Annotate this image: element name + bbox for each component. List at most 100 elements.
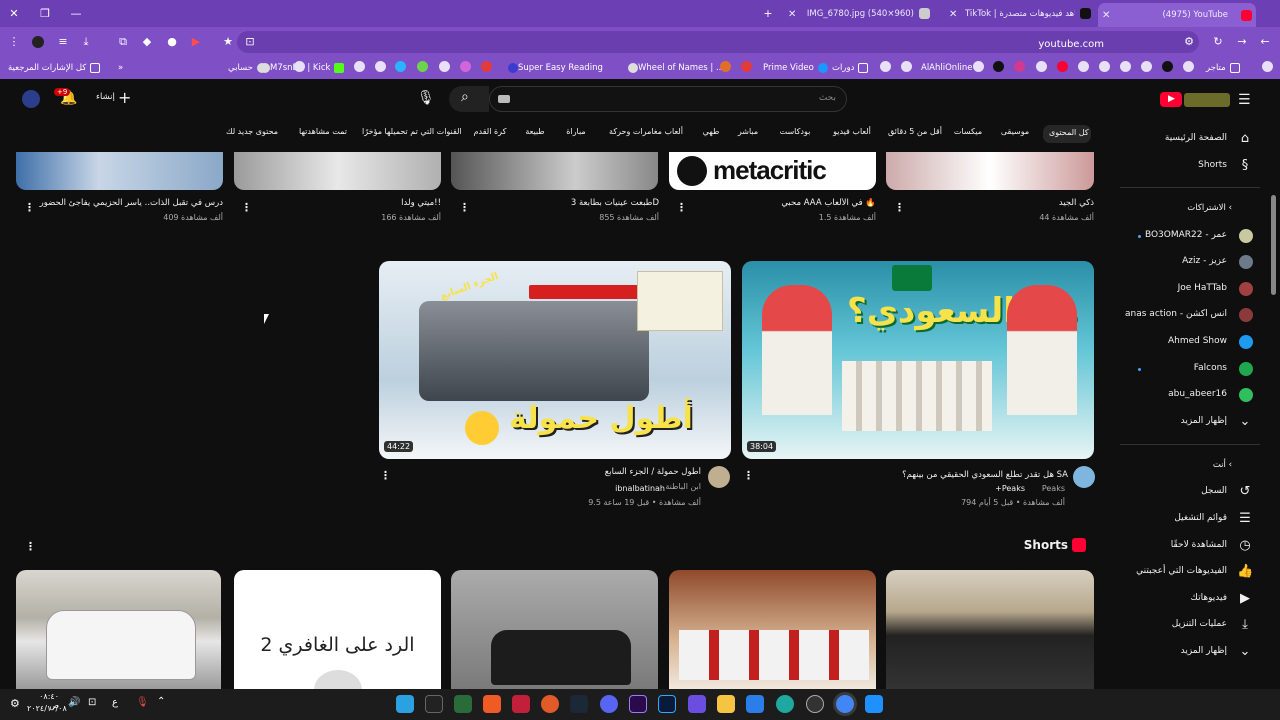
bookmark-favicon-icon[interactable] [1036,61,1047,72]
app-icon[interactable] [806,695,824,713]
video-title[interactable]: أطول حمولة / الجزء السابع [420,467,701,477]
chip[interactable]: ميكسات [948,127,988,145]
menu-dots-icon[interactable]: ⋮ [8,36,20,48]
show-hidden-icons-icon[interactable]: ⌃ [157,696,165,707]
you-heading[interactable]: أنت ‹ [1190,460,1238,470]
search-button[interactable]: ⌕ [449,86,489,112]
bookmarks-overflow-icon[interactable]: » [118,61,123,75]
chip-all[interactable]: كل المحتوى [1043,125,1091,143]
extension-diamond-icon[interactable]: ◆ [141,36,153,48]
chip[interactable]: موسيقى [995,127,1035,145]
premiere-icon[interactable] [629,695,647,713]
steam-icon[interactable] [570,695,588,713]
video-title[interactable]: محبي AAA في الألعاب 🔥 [682,198,876,208]
windows-start-icon[interactable] [865,695,883,713]
chip[interactable]: كرة القدم [470,127,510,145]
close-window-icon[interactable]: ✕ [8,8,20,20]
short-thumbnail[interactable]: الرد على الغافري 2 [234,570,441,689]
tiktok-bookmark-icon[interactable] [993,61,1004,72]
extension-game-icon[interactable]: ● [166,36,178,48]
chip[interactable]: مباشر [733,127,763,145]
video-thumbnail[interactable]: من السعودي؟ 38:04 [742,261,1094,459]
video-thumbnail[interactable] [451,152,658,190]
hamburger-menu-icon[interactable]: ☰ [1238,92,1251,108]
bookmark-courses[interactable]: دورات [832,61,869,75]
keyboard-icon[interactable] [498,95,510,103]
extension-icon[interactable] [32,36,44,48]
channel-avatar[interactable] [708,466,730,488]
settings-icon[interactable]: ⚙ [10,697,20,710]
clock-date[interactable]: ٢٠٢٤/١٠/٠٨ [27,704,67,713]
create-button[interactable]: + إنشاء [96,88,136,108]
telegram-icon[interactable] [396,695,414,713]
video-thumbnail[interactable] [16,152,223,190]
bookmark-reading[interactable]: Super Easy Reading [504,61,603,75]
more-options-icon[interactable]: ⋮ [459,201,470,214]
sidebar-item-liked[interactable]: 👍 الفيديوهات التي أعجبتني [1113,562,1265,582]
app-icon[interactable] [512,695,530,713]
more-options-icon[interactable]: ⋮ [24,201,35,214]
close-tab-icon[interactable]: ✕ [949,9,957,20]
video-title[interactable]: ذكي الجيد [900,198,1094,208]
sidebar-item-subscription[interactable]: Joe HaTTab [1113,279,1265,299]
microphone-icon[interactable]: 🎙 [417,90,435,106]
more-options-icon[interactable]: ⋮ [241,201,252,214]
bookmark-alahli[interactable]: AlAhliOnline [921,61,973,75]
channel-handle[interactable]: ibnalbatinah [580,484,665,493]
short-thumbnail[interactable] [451,570,658,689]
bookmark-favicon-icon[interactable] [741,61,752,72]
chip[interactable]: تمت مشاهدتها [294,127,352,145]
microphone-tray-icon[interactable]: 🎙 [136,697,149,708]
back-icon[interactable]: ← [1259,36,1271,48]
app-icon[interactable] [688,695,706,713]
instagram-bookmark-icon[interactable] [1014,61,1025,72]
tab-youtube[interactable]: ✕ (4975) YouTube [1098,3,1256,27]
new-tab-icon[interactable]: + [762,8,774,20]
channel-avatar[interactable] [1073,466,1095,488]
bookmark-prime[interactable]: Prime Video [763,61,828,75]
bookmark-favicon-icon[interactable] [1162,61,1173,72]
bookmark-favicon-icon[interactable] [1078,61,1089,72]
video-title[interactable]: درس في تقبل الذات.. ياسر الحزيمي يفاجئ ا… [30,198,223,208]
forward-icon[interactable]: → [1236,36,1248,48]
bookmark-favicon-icon[interactable] [375,61,386,72]
file-explorer-icon[interactable] [717,695,735,713]
sidebar-item-shorts[interactable]: § Shorts [1113,156,1265,176]
more-options-icon[interactable]: ⋮ [743,469,754,482]
chip[interactable]: القنوات التي تم تحميلها مؤخرًا [362,127,462,145]
reload-icon[interactable]: ↻ [1212,36,1224,48]
more-options-icon[interactable]: ⋮ [676,201,687,214]
app-icon[interactable] [454,695,472,713]
minimize-window-icon[interactable]: — [70,8,82,20]
volume-icon[interactable]: 🔊 [68,697,80,708]
close-tab-icon[interactable]: ✕ [788,9,796,20]
sidebar-item-home[interactable]: ⌂ الصفحة الرئيسية [1113,129,1265,149]
short-thumbnail[interactable] [669,570,876,689]
input-language[interactable]: ع [112,697,118,708]
bookmark-favicon-icon[interactable] [354,61,365,72]
bookmark-favicon-icon[interactable] [1262,61,1273,72]
bookmark-favicon-icon[interactable] [973,61,984,72]
bookmark-favicon-icon[interactable] [1099,61,1110,72]
short-thumbnail[interactable] [886,570,1094,689]
bookmark-wheel[interactable]: Wheel of Names | ... [624,61,724,75]
bookmark-favicon-icon[interactable] [460,61,471,72]
sidebar-item-subscription[interactable]: anas action - انس اكشن [1113,305,1265,325]
app-icon[interactable] [541,695,559,713]
bookmark-favicon-icon[interactable] [439,61,450,72]
sidebar-item-history[interactable]: ↺ السجل [1113,482,1265,502]
video-thumbnail[interactable] [886,152,1094,190]
video-thumbnail[interactable] [234,152,441,190]
sidebar-item-downloads[interactable]: ⤓ عمليات التنزيل [1113,615,1265,635]
bookmark-favicon-icon[interactable] [1141,61,1152,72]
chip[interactable]: مباراة [560,127,592,145]
more-options-icon[interactable]: ⋮ [894,201,905,214]
channel-name-extra[interactable]: +Peaks [900,484,1025,493]
bookmark-favicon-icon[interactable] [294,61,305,72]
media-icon[interactable]: ≡ [57,36,69,48]
bookmark-favicon-icon[interactable] [481,61,492,72]
sidebar-item-subscription[interactable]: abu_abeer16 [1113,385,1265,405]
chip[interactable]: طهي [696,127,726,145]
sidebar-item-subscription[interactable]: Falcons [1113,359,1265,379]
sidebar-item-subscription[interactable]: BO3OMAR22 - عمر [1113,226,1265,246]
